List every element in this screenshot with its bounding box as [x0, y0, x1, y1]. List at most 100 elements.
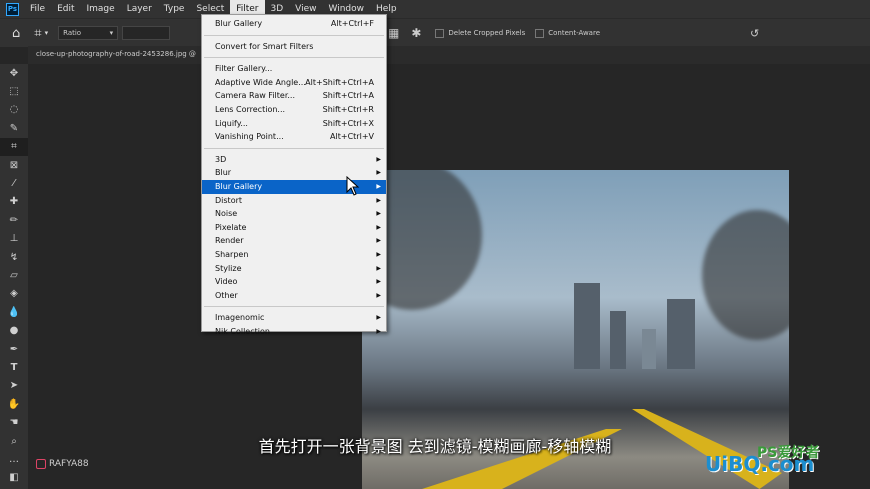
- menu-item-label: Sharpen: [215, 249, 249, 259]
- menu-item-shortcut: Alt+Ctrl+V: [330, 132, 374, 142]
- menu-item-adaptive-wide-angle[interactable]: Adaptive Wide Angle... Alt+Shift+Ctrl+A: [202, 76, 386, 90]
- marquee-tool-icon[interactable]: ⬚: [0, 82, 28, 100]
- menu-item-noise[interactable]: Noise ▶: [202, 207, 386, 221]
- chevron-down-icon[interactable]: ▾: [45, 29, 49, 37]
- building: [667, 299, 695, 369]
- submenu-arrow-icon: ▶: [376, 278, 381, 286]
- delete-cropped-label: Delete Cropped Pixels: [448, 29, 526, 37]
- menu-item-3d[interactable]: 3D ▶: [202, 153, 386, 167]
- menu-bar: Ps File Edit Image Layer Type Select Fil…: [0, 0, 870, 18]
- menu-item-lens-correction[interactable]: Lens Correction... Shift+Ctrl+R: [202, 103, 386, 117]
- menu-item-stylize[interactable]: Stylize ▶: [202, 262, 386, 276]
- menu-item-label: Convert for Smart Filters: [215, 41, 314, 51]
- shape-tool-icon[interactable]: ✋: [0, 395, 28, 413]
- menu-item-liquify[interactable]: Liquify... Shift+Ctrl+X: [202, 117, 386, 131]
- instagram-icon: [36, 459, 46, 469]
- watermark-text: RAFYA88: [49, 459, 89, 469]
- menu-type[interactable]: Type: [158, 0, 191, 18]
- site-logo-ps-text: PS爱好者: [757, 445, 820, 461]
- menu-item-label: Imagenomic: [215, 313, 265, 323]
- healing-brush-tool-icon[interactable]: ✚: [0, 193, 28, 211]
- menu-item-sharpen[interactable]: Sharpen ▶: [202, 248, 386, 262]
- menu-separator: [204, 34, 384, 36]
- delete-cropped-checkbox[interactable]: [435, 28, 445, 38]
- menu-item-last-filter[interactable]: Blur Gallery Alt+Ctrl+F: [202, 17, 386, 31]
- menu-item-label: Liquify...: [215, 118, 248, 128]
- menu-image[interactable]: Image: [81, 0, 121, 18]
- quick-select-tool-icon[interactable]: ✎: [0, 119, 28, 137]
- menu-file[interactable]: File: [24, 0, 51, 18]
- submenu-arrow-icon: ▶: [376, 250, 381, 258]
- path-select-tool-icon[interactable]: ➤: [0, 377, 28, 395]
- gear-icon[interactable]: ✱: [411, 26, 421, 40]
- content-aware-checkbox[interactable]: [535, 28, 545, 38]
- content-aware-label: Content-Aware: [548, 29, 600, 37]
- menu-item-label: Filter Gallery...: [215, 64, 273, 74]
- submenu-arrow-icon: ▶: [376, 196, 381, 204]
- menu-item-label: Distort: [215, 195, 243, 205]
- ratio-width-input[interactable]: [122, 26, 171, 40]
- document-tab[interactable]: close-up-photography-of-road-2453286.jpg…: [36, 50, 196, 58]
- menu-item-vanishing-point[interactable]: Vanishing Point... Alt+Ctrl+V: [202, 130, 386, 144]
- submenu-arrow-icon: ▶: [376, 264, 381, 272]
- building: [610, 311, 626, 369]
- menu-item-label: Video: [215, 277, 238, 287]
- lasso-tool-icon[interactable]: ◌: [0, 101, 28, 119]
- move-tool-icon[interactable]: ✥: [0, 64, 28, 82]
- menu-item-label: Blur Gallery: [215, 19, 263, 28]
- color-swatches-icon[interactable]: ◧: [0, 469, 28, 487]
- submenu-arrow-icon: ▶: [376, 237, 381, 245]
- gradient-tool-icon[interactable]: ◈: [0, 285, 28, 303]
- eyedropper-tool-icon[interactable]: ⁄: [0, 174, 28, 192]
- home-icon[interactable]: ⌂: [12, 26, 20, 41]
- menu-item-shortcut: Shift+Ctrl+R: [322, 104, 374, 114]
- menu-item-label: Render: [215, 236, 244, 246]
- menu-item-video[interactable]: Video ▶: [202, 275, 386, 289]
- brush-tool-icon[interactable]: ✏: [0, 211, 28, 229]
- type-tool-icon[interactable]: T: [0, 358, 28, 376]
- ratio-select-value: Ratio: [63, 29, 82, 37]
- menu-item-convert-smart-filters[interactable]: Convert for Smart Filters: [202, 40, 386, 54]
- eraser-tool-icon[interactable]: ▱: [0, 266, 28, 284]
- crop-options: ▦ ✱ Delete Cropped Pixels Content-Aware …: [388, 19, 759, 47]
- frame-tool-icon[interactable]: ⊠: [0, 156, 28, 174]
- options-bar: ⌂ ⌗ ▾ Ratio ▾ ▦ ✱ Delete Cropped Pixels …: [0, 18, 870, 47]
- menu-item-label: Lens Correction...: [215, 104, 286, 114]
- pen-tool-icon[interactable]: ✒: [0, 340, 28, 358]
- menu-item-label: Vanishing Point...: [215, 132, 284, 142]
- menu-item-shortcut: Shift+Ctrl+A: [322, 91, 374, 101]
- building: [574, 283, 600, 369]
- menu-edit[interactable]: Edit: [51, 0, 80, 18]
- menu-item-nik-collection[interactable]: Nik Collection ▶: [202, 325, 386, 339]
- menu-item-label: Blur Gallery: [215, 181, 263, 191]
- crop-tool-icon[interactable]: ⌗: [0, 137, 28, 156]
- submenu-arrow-icon: ▶: [376, 169, 381, 177]
- menu-item-imagenomic[interactable]: Imagenomic ▶: [202, 311, 386, 325]
- menu-layer[interactable]: Layer: [121, 0, 158, 18]
- submenu-arrow-icon: ▶: [376, 155, 381, 163]
- blur-tool-icon[interactable]: 💧: [0, 303, 28, 321]
- menu-item-render[interactable]: Render ▶: [202, 234, 386, 248]
- menu-item-filter-gallery[interactable]: Filter Gallery...: [202, 62, 386, 76]
- menu-item-pixelate[interactable]: Pixelate ▶: [202, 221, 386, 235]
- hand-tool-icon[interactable]: ☚: [0, 413, 28, 431]
- menu-item-label: 3D: [215, 154, 227, 164]
- submenu-arrow-icon: ▶: [376, 182, 381, 190]
- crop-tool-icon[interactable]: ⌗: [34, 26, 41, 41]
- document-tab-bar: close-up-photography-of-road-2453286.jpg…: [28, 46, 870, 64]
- menu-item-camera-raw[interactable]: Camera Raw Filter... Shift+Ctrl+A: [202, 89, 386, 103]
- photoshop-logo-icon[interactable]: Ps: [6, 2, 19, 16]
- menu-item-label: Adaptive Wide Angle...: [215, 77, 306, 87]
- grid-overlay-icon[interactable]: ▦: [388, 26, 399, 40]
- site-logo: PS爱好者 UiBQ.com: [705, 445, 819, 476]
- menu-item-shortcut: Alt+Ctrl+F: [330, 19, 374, 28]
- menu-item-label: Noise: [215, 209, 238, 219]
- menu-item-shortcut: Alt+Shift+Ctrl+A: [305, 77, 374, 87]
- ratio-select[interactable]: Ratio ▾: [58, 26, 119, 40]
- reset-icon[interactable]: ↺: [750, 27, 759, 40]
- dodge-tool-icon[interactable]: ●: [0, 321, 28, 339]
- history-brush-tool-icon[interactable]: ↯: [0, 248, 28, 266]
- menu-item-other[interactable]: Other ▶: [202, 289, 386, 303]
- stamp-tool-icon[interactable]: ⊥: [0, 230, 28, 248]
- chevron-down-icon: ▾: [109, 29, 114, 37]
